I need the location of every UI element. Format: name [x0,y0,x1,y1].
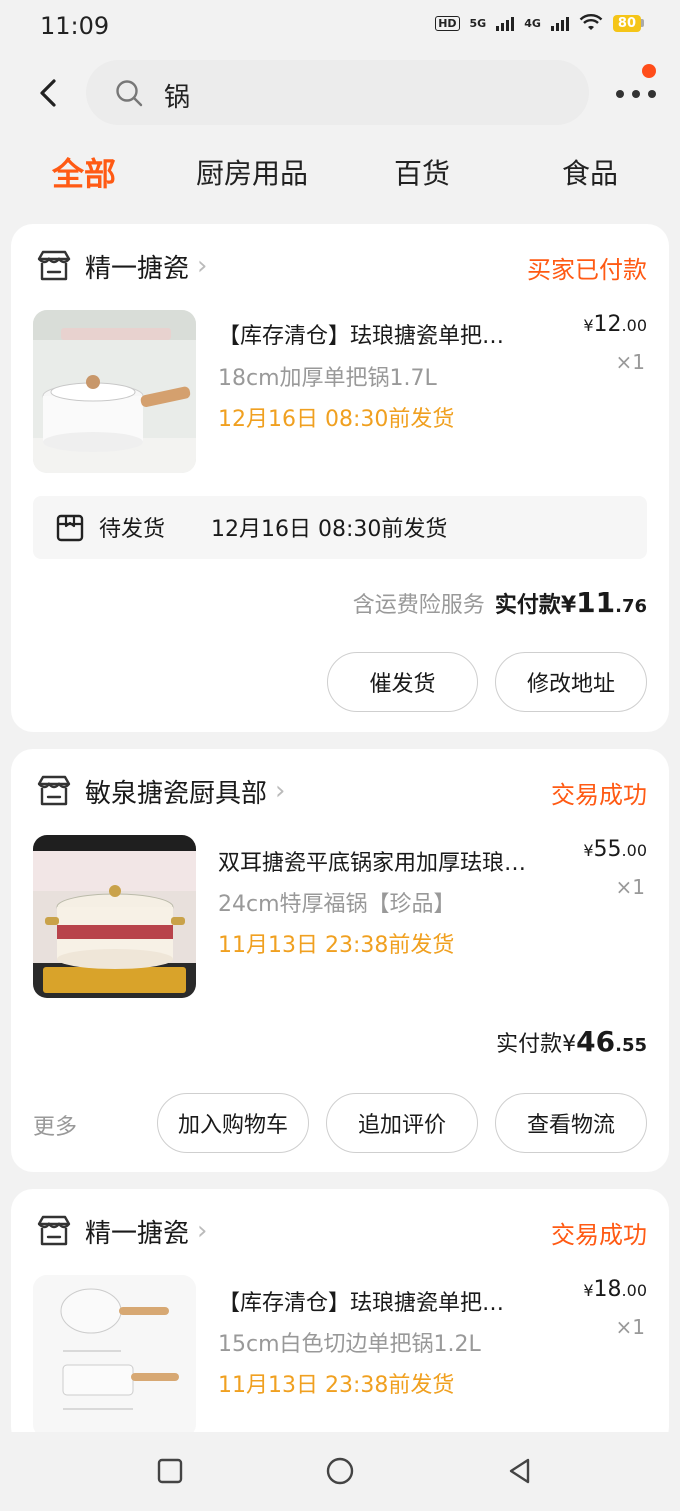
product-sku: 15cm白色切边单把锅1.2L [218,1332,481,1357]
square-nav-icon[interactable] [155,1456,185,1486]
system-nav-bar [0,1432,680,1511]
search-icon [116,80,143,107]
tab-kitchen[interactable]: 厨房用品 [196,152,308,192]
quantity: ×1 [615,350,645,374]
paid-amount: 实付款¥11.76 [494,586,647,619]
unit-price: ¥12.00 [583,312,647,337]
order-card: 敏泉搪瓷厨具部 › 交易成功 双耳搪瓷平底锅家用加厚珐琅… 24cm特厚福锅【珍… [11,749,669,1172]
battery-level: 80 [612,14,641,32]
notification-dot [642,64,656,78]
system-icons: HD 5G 4G 80 [435,14,644,32]
shop-icon [37,775,71,806]
status-bar: 11:09 HD 5G 4G 80 [0,0,680,56]
shop-name: 敏泉搪瓷厨具部 [85,778,268,809]
ship-deadline: 11月13日 23:38前发货 [218,933,455,958]
wifi-icon [579,14,603,30]
product-title[interactable]: 双耳搪瓷平底锅家用加厚珐琅… [218,845,558,877]
shop-link[interactable]: 精一搪瓷 › [35,1209,207,1253]
clock: 11:09 [40,12,110,40]
hd-icon: HD [435,15,460,31]
product-sku: 24cm特厚福锅【珍品】 [218,892,456,917]
triangle-nav-icon[interactable] [505,1456,535,1486]
unit-price: ¥55.00 [583,837,647,862]
order-status: 买家已付款 [527,256,647,284]
product-sku: 18cm加厚单把锅1.7L [218,366,437,391]
network-5g-label: 5G [469,16,487,30]
shop-icon [37,1215,71,1246]
quantity: ×1 [615,1315,645,1339]
circle-nav-icon[interactable] [325,1456,355,1486]
add-to-cart-button[interactable]: 加入购物车 [157,1093,309,1153]
shop-icon [37,250,71,281]
search-input[interactable]: 锅 [86,60,589,125]
unit-price: ¥18.00 [583,1277,647,1302]
add-review-button[interactable]: 追加评价 [326,1093,478,1153]
order-card: 精一搪瓷 › 交易成功 【库存清仓】珐琅搪瓷单把… 15cm白色切边单把锅1.2… [11,1189,669,1449]
paid-amount: 实付款¥46.55 [496,1025,647,1058]
order-status: 交易成功 [551,781,647,809]
search-query: 锅 [164,83,191,113]
order-search-page: 11:09 HD 5G 4G 80 锅 全部 厨房用品 百货 食品 精一搪瓷 ›… [0,0,680,1511]
battery-icon: 80 [612,14,644,32]
payment-summary: 含运费险服务 实付款¥11.76 [353,586,647,619]
payment-summary: 实付款¥46.55 [496,1025,647,1058]
tab-general-goods[interactable]: 百货 [394,152,450,192]
shipping-insurance-note: 含运费险服务 [352,593,485,618]
pending-label: 待发货 [99,517,166,542]
back-arrow-icon[interactable] [34,76,64,110]
ship-deadline: 12月16日 08:30前发货 [218,407,455,432]
shop-name: 精一搪瓷 [85,253,190,284]
change-address-button[interactable]: 修改地址 [495,652,647,712]
product-thumbnail[interactable] [33,835,196,998]
more-dots-icon [616,90,656,98]
product-thumbnail[interactable] [33,1275,196,1438]
more-menu-button[interactable] [612,64,660,112]
chevron-right-icon: › [197,251,208,281]
chevron-right-icon: › [275,776,286,806]
signal-icon-2 [550,15,569,31]
pending-time: 12月16日 08:30前发货 [211,517,448,542]
ship-deadline: 11月13日 23:38前发货 [218,1373,455,1398]
shop-link[interactable]: 敏泉搪瓷厨具部 › [35,769,285,813]
tab-food[interactable]: 食品 [562,152,618,192]
signal-icon [496,15,515,31]
order-status: 交易成功 [551,1221,647,1249]
package-icon [56,514,84,542]
order-card: 精一搪瓷 › 买家已付款 【库存清仓】珐琅搪瓷单把… 18cm加厚单把锅1.7L… [11,224,669,732]
network-4g-label: 4G [524,16,541,30]
urge-shipment-button[interactable]: 催发货 [327,652,478,712]
category-tabs: 全部 厨房用品 百货 食品 [0,152,680,202]
product-title[interactable]: 【库存清仓】珐琅搪瓷单把… [218,1285,558,1317]
shop-name: 精一搪瓷 [85,1218,190,1249]
view-logistics-button[interactable]: 查看物流 [495,1093,647,1153]
quantity: ×1 [615,875,645,899]
tab-all[interactable]: 全部 [52,149,116,195]
product-thumbnail[interactable] [33,310,196,473]
pending-shipment-bar[interactable]: 待发货 12月16日 08:30前发货 [33,496,647,559]
shop-link[interactable]: 精一搪瓷 › [35,244,207,288]
product-title[interactable]: 【库存清仓】珐琅搪瓷单把… [218,318,558,350]
chevron-right-icon: › [197,1216,208,1246]
more-actions-link[interactable]: 更多 [33,1109,77,1141]
